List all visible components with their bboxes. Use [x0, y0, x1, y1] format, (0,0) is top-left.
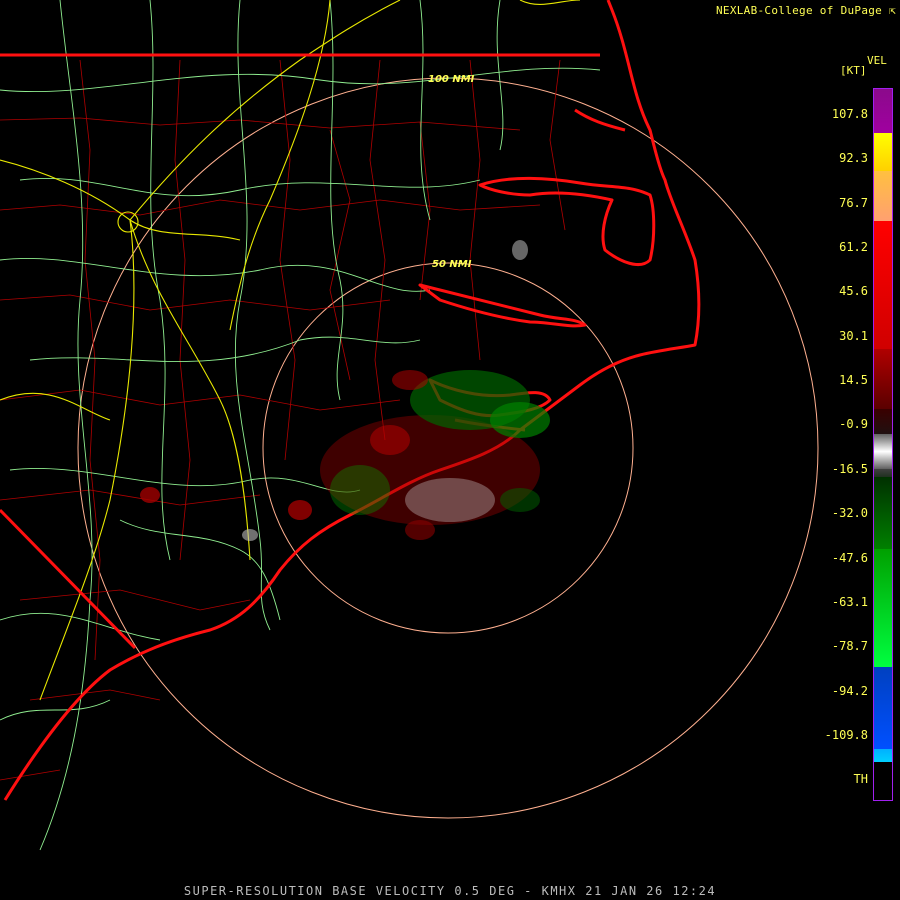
legend-tick: 61.2: [839, 240, 868, 255]
legend-color-bar: [873, 88, 893, 801]
credit-label[interactable]: NEXLAB-College of DuPage ⇱: [716, 4, 896, 17]
legend-tick: TH: [853, 772, 868, 787]
legend-color-segment: [874, 171, 892, 221]
legend-units: [KT]: [840, 64, 867, 77]
legend-tick: -16.5: [831, 461, 868, 476]
legend-color-segment: [874, 434, 892, 469]
radar-returns: [140, 240, 550, 541]
legend-color-segment: [874, 762, 892, 800]
credit-text: NEXLAB-College of DuPage: [715, 4, 883, 17]
legend-color-segment: [874, 89, 892, 133]
legend-color-segment: [874, 221, 892, 349]
interstates-yellow: [0, 0, 581, 701]
legend-tick: -0.9: [839, 417, 868, 432]
legend-color-segment: [874, 667, 892, 749]
legend-product: VEL: [867, 54, 887, 67]
legend-color-segment: [874, 469, 892, 477]
legend-tick: 45.6: [839, 284, 868, 299]
legend-tick: -63.1: [831, 594, 868, 609]
legend-tick: -78.7: [831, 639, 868, 654]
legend-tick: 30.1: [839, 328, 868, 343]
legend-color-segment: [874, 409, 892, 434]
legend-tick: 107.8: [831, 107, 868, 121]
legend-color-segment: [874, 477, 892, 549]
legend-tick: 76.7: [839, 195, 868, 210]
radar-map: 100 NMI 50 NMI: [0, 0, 819, 851]
legend-tick: -32.0: [831, 506, 868, 521]
legend-tick: -47.6: [831, 550, 868, 565]
legend-color-segment: [874, 549, 892, 667]
legend-tick: -109.8: [824, 727, 868, 742]
legend-tick: 92.3: [839, 151, 868, 166]
legend-color-segment: [874, 349, 892, 409]
coastline: [3, 0, 701, 801]
ring-label-50nmi: 50 NMI: [432, 259, 472, 270]
legend-tick: -94.2: [831, 683, 868, 698]
ring-label-100nmi: 100 NMI: [428, 74, 475, 85]
external-link-icon: ⇱: [889, 4, 896, 17]
legend-color-segment: [874, 133, 892, 171]
product-footer: SUPER-RESOLUTION BASE VELOCITY 0.5 DEG -…: [183, 884, 717, 898]
legend-color-segment: [874, 749, 892, 762]
legend-tick: 14.5: [839, 373, 868, 388]
